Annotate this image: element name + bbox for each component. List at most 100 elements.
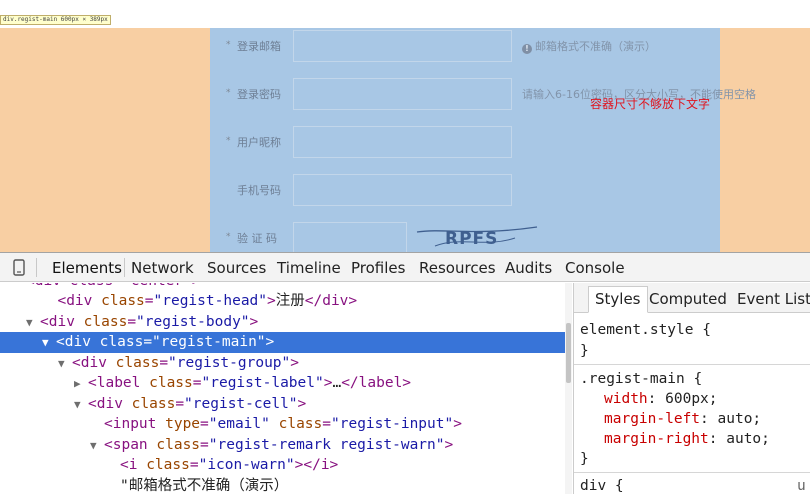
token-tag: =	[189, 457, 199, 473]
token-an: class	[83, 313, 128, 330]
tree-node-selected[interactable]: ▼ <div class="regist-main">	[0, 332, 565, 353]
token-an: class	[156, 436, 201, 453]
captcha-text: RPFS	[445, 229, 498, 249]
token-tag: <div	[88, 395, 132, 412]
required-star: *	[226, 40, 231, 50]
rule-divider	[574, 472, 810, 473]
token-tag: <label	[88, 375, 150, 391]
token-an: class	[146, 457, 190, 473]
token-tag: >	[297, 395, 307, 412]
toolbar-divider	[124, 258, 125, 277]
nickname-label: 用户昵称	[237, 136, 281, 149]
token-tag: =	[200, 436, 209, 453]
phone-input[interactable]	[293, 174, 512, 206]
rule-regist-main-selector[interactable]: .regist-main {	[580, 369, 702, 389]
styles-pane: Styles Computed Event Liste element.styl…	[573, 283, 810, 494]
token-an: class	[149, 375, 193, 391]
password-label: 登录密码	[237, 88, 281, 101]
token-tag: =	[322, 416, 331, 432]
token-tag: =	[143, 334, 153, 350]
nickname-input[interactable]	[293, 126, 512, 158]
token-tag: =	[192, 375, 202, 391]
token-tag: >	[249, 313, 259, 330]
collapse-triangle-icon[interactable]: ▼	[74, 395, 88, 416]
rule-div-selector[interactable]: div {	[580, 476, 624, 494]
tab-event-listeners[interactable]: Event Liste	[737, 290, 810, 308]
tab-console[interactable]: Console	[565, 259, 625, 277]
device-mode-icon[interactable]	[12, 259, 26, 276]
email-warning-text: 邮箱格式不准确（演示）	[535, 40, 656, 53]
token-tag: <div	[40, 313, 84, 330]
password-input[interactable]	[293, 78, 512, 110]
captcha-image[interactable]: RPFS	[415, 218, 540, 252]
tree-node[interactable]: <i class="icon-warn"></i>	[0, 455, 565, 476]
token-an: class	[99, 334, 144, 350]
css-prop-margin-left[interactable]: margin-left: auto;	[604, 409, 761, 429]
collapse-triangle-icon[interactable]: ▼	[90, 436, 104, 457]
token-an: class	[278, 416, 323, 432]
email-warning: ! 邮箱格式不准确（演示）	[522, 38, 656, 54]
token-av: "regist-main"	[152, 334, 266, 350]
tree-node[interactable]: <input type="email" class="regist-input"…	[0, 414, 565, 435]
token-tag: <div	[56, 334, 100, 350]
collapse-triangle-icon[interactable]: ▼	[58, 354, 72, 375]
token-tag: <input	[104, 416, 166, 432]
css-prop-width[interactable]: width: 600px;	[604, 389, 718, 409]
rule-divider	[574, 364, 810, 365]
email-label: 登录邮箱	[237, 40, 281, 53]
token-av: "regist-remark regist-warn"	[208, 436, 445, 453]
form-row-nickname: * 用户昵称	[210, 124, 720, 164]
tree-node[interactable]: ▼ <div class="regist-group">	[0, 353, 565, 374]
tab-styles[interactable]: Styles	[588, 286, 648, 313]
collapse-triangle-icon[interactable]: ▼	[26, 313, 40, 334]
css-prop-value: auto;	[726, 431, 770, 447]
tab-network[interactable]: Network	[131, 259, 194, 277]
tab-resources[interactable]: Resources	[419, 259, 496, 277]
token-an: class	[101, 293, 145, 309]
scrollbar-thumb[interactable]	[566, 323, 571, 383]
token-txt: "邮箱格式不准确（演示）	[120, 477, 289, 494]
annotation-text: 容器尺寸不够放下文字	[590, 97, 711, 111]
token-tag: =	[127, 313, 137, 330]
tab-elements[interactable]: Elements	[52, 259, 122, 277]
devtools-panel: Elements Network Sources Timeline Profil…	[0, 252, 810, 494]
css-prop-margin-right[interactable]: margin-right: auto;	[604, 429, 770, 449]
form-row-email: * 登录邮箱 ! 邮箱格式不准确（演示）	[210, 28, 720, 68]
tab-timeline[interactable]: Timeline	[277, 259, 341, 277]
token-txt: 注册	[275, 293, 305, 309]
token-tag: >	[267, 293, 276, 309]
rule-close: }	[580, 451, 589, 467]
css-prop-name: width	[604, 391, 648, 407]
tab-audits[interactable]: Audits	[505, 259, 552, 277]
token-av: "regist-head"	[153, 293, 268, 309]
token-tag: >	[453, 416, 462, 432]
token-tag: >	[444, 436, 454, 453]
token-av: "icon-warn"	[198, 457, 295, 473]
tab-profiles[interactable]: Profiles	[351, 259, 405, 277]
toolbar-divider	[36, 258, 37, 277]
rule-source-link[interactable]: u	[797, 476, 806, 494]
elements-scrollbar[interactable]	[565, 283, 572, 494]
token-tag: =	[159, 354, 169, 371]
form-row-phone: 手机号码	[210, 172, 720, 212]
tree-node[interactable]: ▼ <div class="regist-body">	[0, 312, 565, 333]
tab-computed[interactable]: Computed	[649, 290, 727, 308]
token-txt: …	[332, 375, 342, 391]
tree-node[interactable]: <div class="regist-head">注册</div>	[0, 291, 565, 312]
collapse-triangle-icon[interactable]: ▼	[42, 333, 56, 354]
tree-node[interactable]: ▶ <label class="regist-label">…</label>	[0, 373, 565, 394]
phone-label: 手机号码	[237, 184, 281, 197]
captcha-label: 验 证 码	[237, 232, 277, 245]
tree-node[interactable]: ▼ <span class="regist-remark regist-warn"…	[0, 435, 565, 456]
token-tag: =	[200, 416, 209, 432]
captcha-input[interactable]	[293, 222, 407, 252]
tree-node[interactable]: ▼ <div class="regist-cell">	[0, 394, 565, 415]
tab-sources[interactable]: Sources	[207, 259, 266, 277]
expand-triangle-icon[interactable]: ▶	[74, 374, 88, 395]
tree-node[interactable]: "邮箱格式不准确（演示）	[0, 476, 565, 494]
element-size-tooltip: div.regist-main 600px × 389px	[0, 15, 111, 25]
token-av: "regist-input"	[331, 416, 454, 432]
rule-element-style[interactable]: element.style {	[580, 320, 711, 340]
email-input[interactable]	[293, 30, 512, 62]
